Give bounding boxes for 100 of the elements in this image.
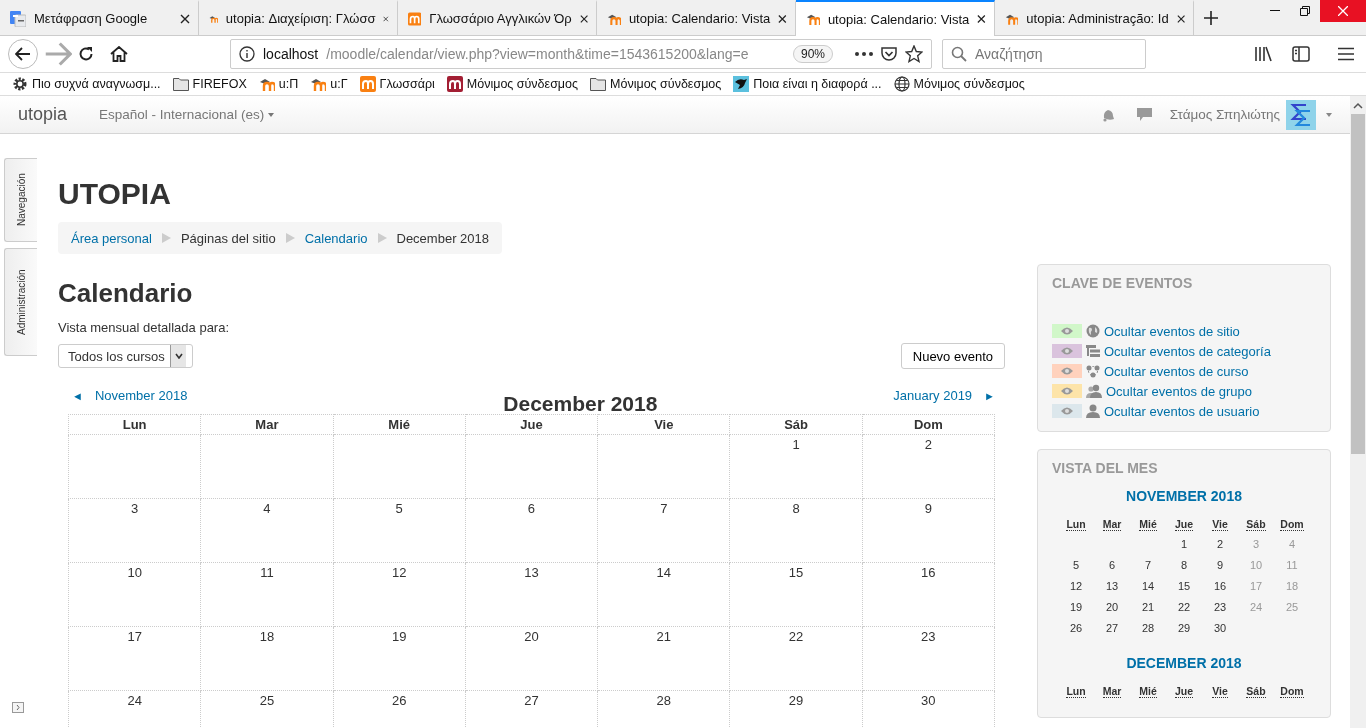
hide-events-link[interactable]: Ocultar eventos de grupo <box>1106 383 1252 399</box>
mini-month-title[interactable]: DECEMBER 2018 <box>1052 655 1316 671</box>
course-select[interactable]: Todos los cursos <box>58 344 193 368</box>
search-field[interactable]: Αναζήτηση <box>942 39 1146 69</box>
breadcrumb-link[interactable]: Calendario <box>304 230 368 246</box>
mini-day[interactable]: 22 <box>1177 601 1191 613</box>
day-number[interactable]: 30 <box>921 693 936 708</box>
browser-tab[interactable]: utopia: Calendario: Vista <box>796 0 995 36</box>
day-number[interactable]: 5 <box>395 501 403 516</box>
mini-day[interactable]: 29 <box>1177 622 1191 634</box>
mini-day[interactable]: 13 <box>1105 580 1119 592</box>
dock-tab[interactable]: Administración <box>4 248 37 356</box>
menu-icon[interactable] <box>1338 47 1354 61</box>
mini-day[interactable]: 16 <box>1213 580 1227 592</box>
day-number[interactable]: 11 <box>260 565 274 580</box>
info-icon[interactable] <box>239 46 255 62</box>
day-number[interactable]: 18 <box>259 629 275 644</box>
next-month-link[interactable]: January 2019 <box>893 388 973 403</box>
bookmark-link[interactable]: u:Γ <box>330 77 348 91</box>
mini-day[interactable]: 12 <box>1069 580 1083 592</box>
scrollbar[interactable] <box>1350 96 1366 728</box>
previous-arrow[interactable]: ◄ <box>72 389 83 402</box>
close-icon[interactable] <box>180 13 190 24</box>
browser-tab[interactable]: utopia: Administração: Id <box>995 0 1194 35</box>
hide-events-link[interactable]: Ocultar eventos de categoría <box>1104 343 1271 359</box>
mini-day[interactable]: 27 <box>1105 622 1119 634</box>
bookmark-link[interactable]: Μόνιμος σύνδεσμος <box>466 77 579 91</box>
bookmark-link[interactable]: Ποια είναι η διαφορά ... <box>753 77 882 91</box>
day-number[interactable]: 26 <box>391 693 407 708</box>
chat-icon[interactable] <box>1136 107 1152 122</box>
day-number[interactable]: 16 <box>921 565 936 580</box>
day-number[interactable]: 24 <box>127 693 142 708</box>
day-number[interactable]: 15 <box>788 565 804 580</box>
day-number[interactable]: 20 <box>524 629 539 644</box>
mini-day[interactable]: 21 <box>1141 601 1155 613</box>
mini-day[interactable]: 1 <box>1180 538 1188 550</box>
day-number[interactable]: 6 <box>527 501 536 516</box>
day-number[interactable]: 7 <box>660 501 668 516</box>
hide-events-link[interactable]: Ocultar eventos de usuario <box>1104 403 1260 419</box>
caret-icon[interactable] <box>174 353 183 359</box>
site-brand[interactable]: utopia <box>18 104 68 125</box>
day-number[interactable]: 3 <box>131 501 139 516</box>
close-icon[interactable] <box>579 13 588 24</box>
home-icon[interactable] <box>110 46 128 62</box>
next-arrow[interactable]: ► <box>984 389 995 402</box>
breadcrumb-link[interactable]: Área personal <box>71 230 152 246</box>
day-number[interactable]: 10 <box>127 565 142 580</box>
day-number[interactable]: 8 <box>792 501 800 516</box>
browser-tab[interactable]: utopia: Διαχείριση: Γλώσσ <box>199 0 398 35</box>
mini-day[interactable]: 28 <box>1141 622 1155 634</box>
day-number[interactable]: 12 <box>391 565 407 580</box>
bookmark-link[interactable]: FIREFOX <box>192 77 247 91</box>
bookmark-link[interactable]: Πιο συχνά αναγνωσμ... <box>32 77 161 91</box>
url-field[interactable]: localhost /moodle/calendar/view.php?view=month&time=1543615200&lang=e 90% <box>230 39 932 69</box>
mini-day[interactable]: 2 <box>1216 538 1224 550</box>
mini-day[interactable]: 7 <box>1144 559 1152 571</box>
close-icon[interactable] <box>1176 13 1185 24</box>
back-arrow-icon[interactable] <box>15 47 31 61</box>
mini-day[interactable]: 6 <box>1108 559 1116 571</box>
more-icon[interactable] <box>855 52 873 56</box>
event-color-swatch[interactable] <box>1052 324 1082 338</box>
mini-day[interactable]: 30 <box>1213 622 1227 634</box>
event-color-swatch[interactable] <box>1052 364 1082 378</box>
mini-day[interactable]: 9 <box>1216 559 1224 571</box>
mini-day[interactable]: 15 <box>1177 580 1191 592</box>
mini-day[interactable]: 14 <box>1141 580 1155 592</box>
bookmark-link[interactable]: Γλωσσάρι <box>379 77 435 91</box>
mini-day[interactable]: 20 <box>1105 601 1119 613</box>
plus-icon[interactable] <box>1204 10 1218 25</box>
close-icon[interactable] <box>977 14 986 24</box>
dock-tab[interactable]: Navegación <box>4 158 37 242</box>
day-number[interactable]: 17 <box>127 629 142 644</box>
mini-day[interactable]: 5 <box>1072 559 1080 571</box>
library-icon[interactable] <box>1254 46 1272 62</box>
close-icon[interactable] <box>778 13 787 24</box>
zoom-badge[interactable]: 90% <box>792 45 833 63</box>
bookmark-link[interactable]: Μόνιμος σύνδεσμος <box>913 77 1025 91</box>
scroll-up-icon[interactable] <box>1353 102 1363 110</box>
previous-month-link[interactable]: November 2018 <box>94 388 188 403</box>
day-number[interactable]: 23 <box>921 629 936 644</box>
sidebar-icon[interactable] <box>1292 46 1310 62</box>
day-number[interactable]: 21 <box>656 629 671 644</box>
day-number[interactable]: 27 <box>524 693 539 708</box>
mini-day[interactable]: 26 <box>1069 622 1083 634</box>
day-number[interactable]: 22 <box>788 629 804 644</box>
day-number[interactable]: 1 <box>792 437 800 452</box>
hide-events-link[interactable]: Ocultar eventos de curso <box>1104 363 1249 379</box>
day-number[interactable]: 13 <box>524 565 539 580</box>
day-number[interactable]: 19 <box>391 629 407 644</box>
day-number[interactable]: 14 <box>656 565 671 580</box>
bookmark-link[interactable]: Μόνιμος σύνδεσμος <box>610 77 722 91</box>
browser-tab[interactable]: Γλωσσάριο Αγγλικών Όρ <box>398 0 597 35</box>
day-number[interactable]: 9 <box>924 501 932 516</box>
day-number[interactable]: 4 <box>263 501 271 516</box>
user-name[interactable]: Στάμος Σπηλιώτης <box>1169 107 1280 122</box>
day-number[interactable]: 2 <box>924 437 932 452</box>
mini-month-title[interactable]: NOVEMBER 2018 <box>1052 488 1316 504</box>
hide-events-link[interactable]: Ocultar eventos de sitio <box>1104 323 1240 339</box>
mini-day[interactable]: 23 <box>1213 601 1227 613</box>
browser-tab[interactable]: Μετάφραση Google <box>0 0 199 35</box>
